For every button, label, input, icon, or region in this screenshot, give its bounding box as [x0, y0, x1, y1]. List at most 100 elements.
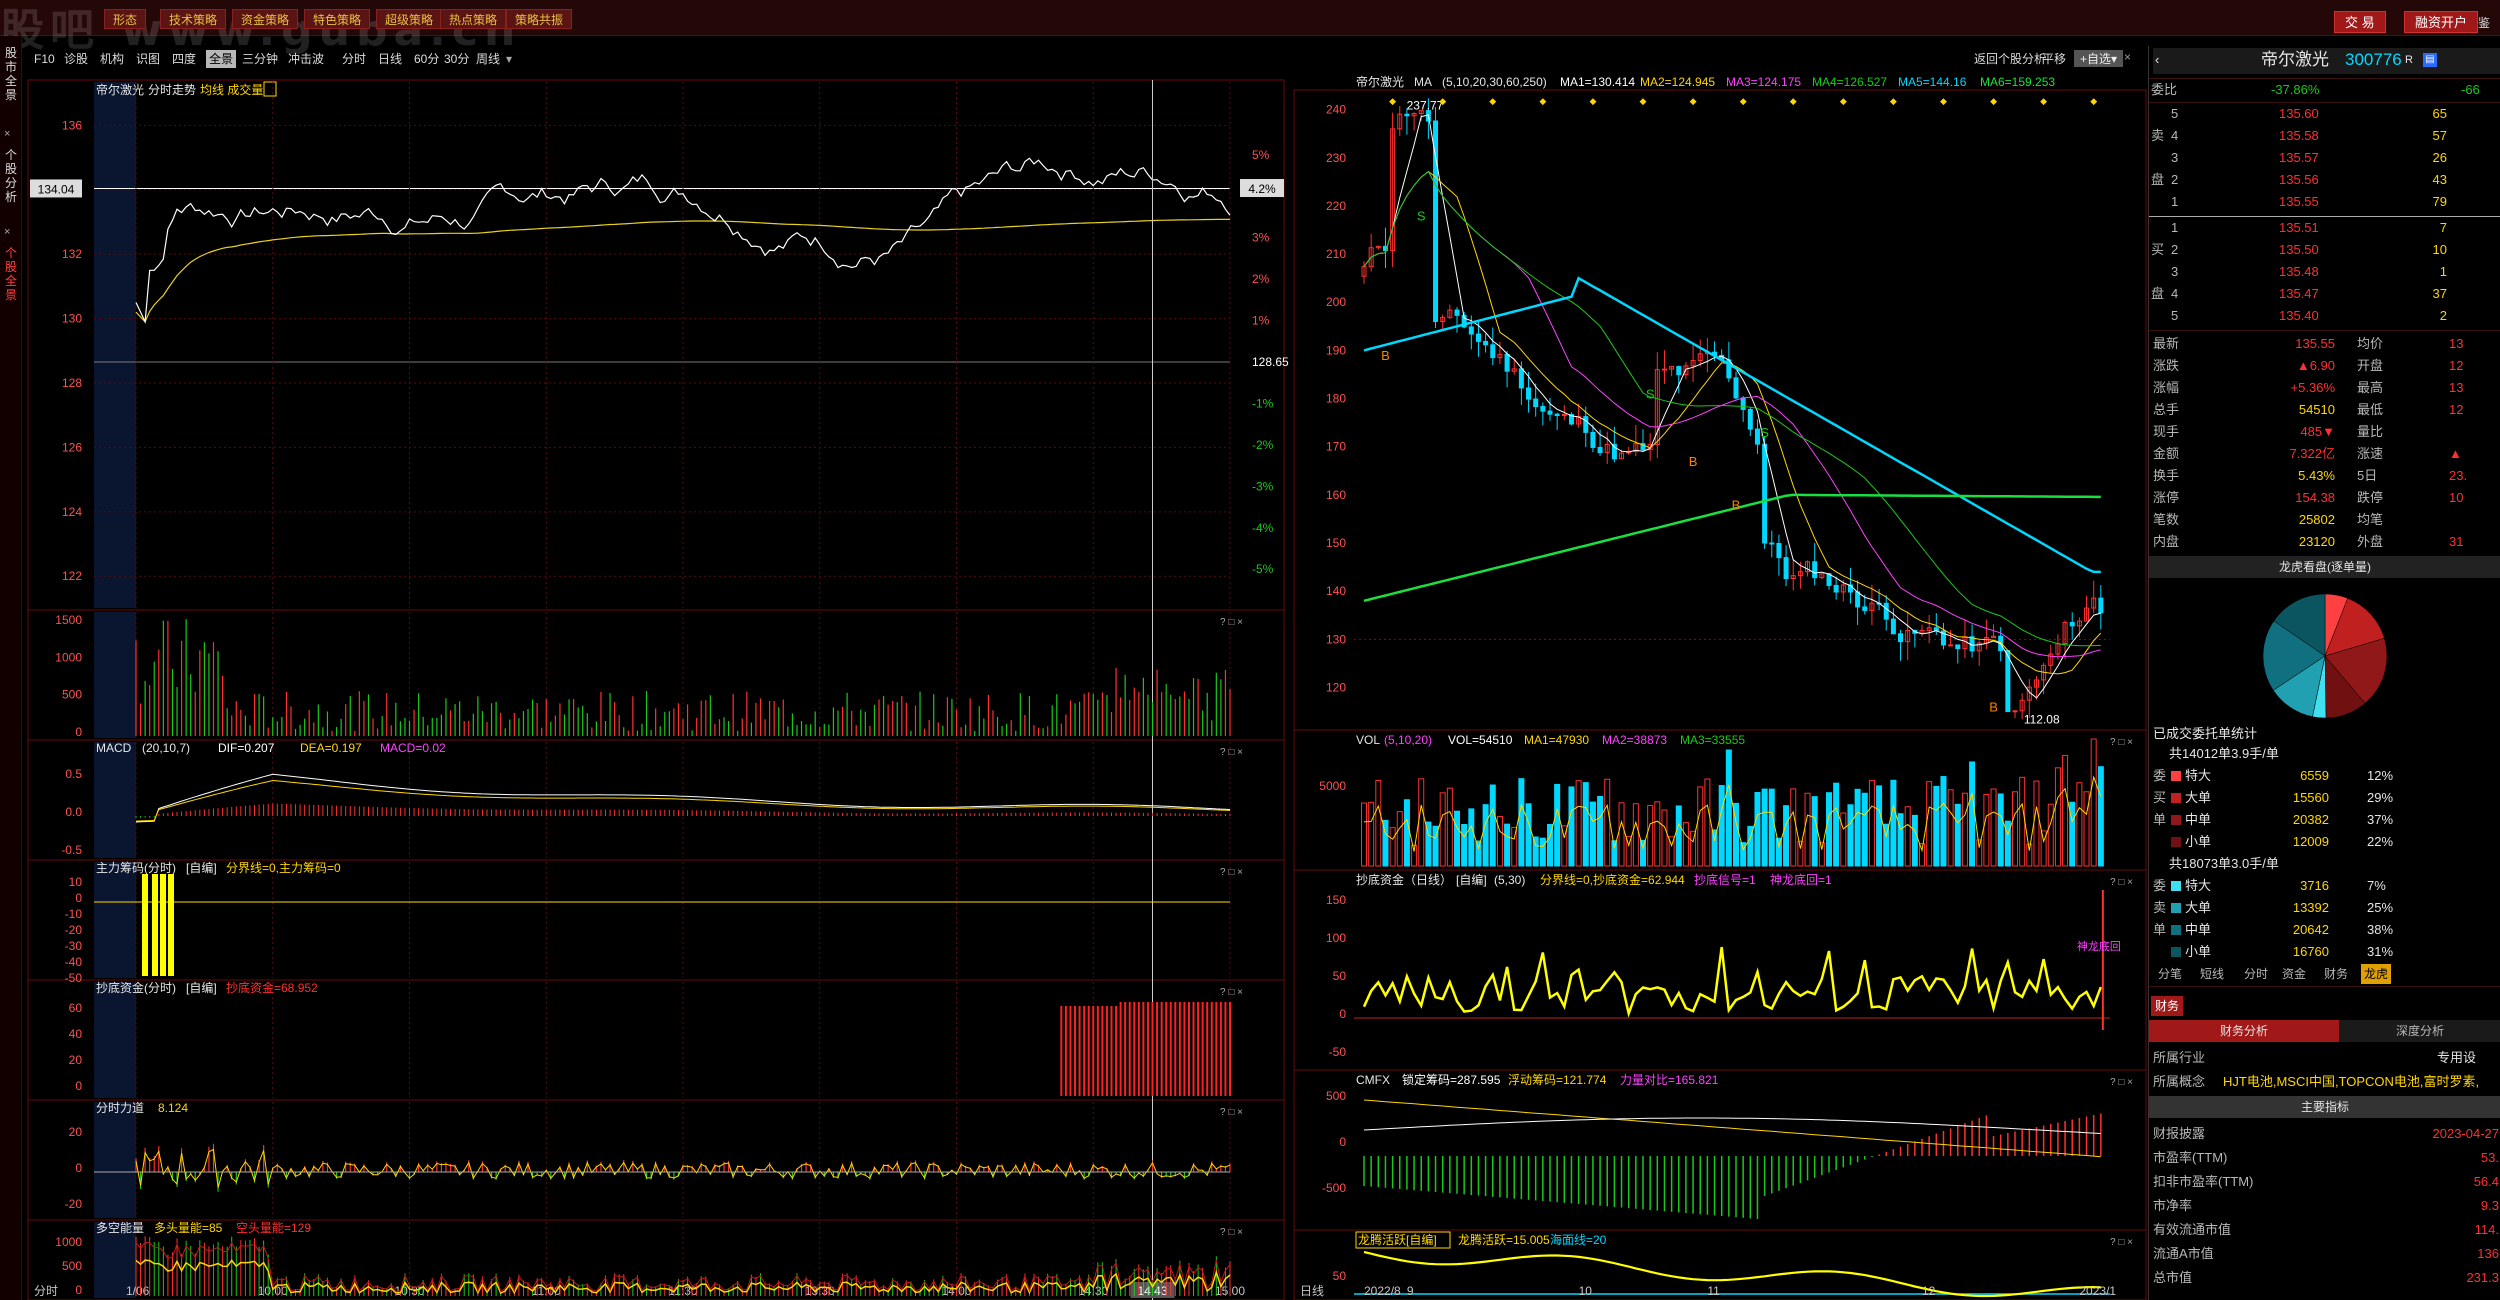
kline-volume-bar [1468, 808, 1475, 867]
more-menu[interactable]: 鉴 [2478, 14, 2490, 31]
kline-volume-bar [1675, 805, 1682, 867]
stat-label: 开盘 [2357, 358, 2384, 373]
intraday-pane [27, 979, 1285, 1101]
quote-tab-5[interactable]: 龙虎 [2361, 964, 2392, 984]
pane-controls-icon: ? □ × [1220, 747, 1243, 758]
price-tick: 132 [62, 247, 82, 261]
depth-analysis-tab[interactable]: 深度分析 [2339, 1020, 2500, 1042]
candle-body [1733, 377, 1739, 399]
order-size-label: 大单 [2185, 790, 2212, 805]
stat-value: 12 [2449, 358, 2464, 373]
pane-controls-icon: ? □ × [1220, 1227, 1243, 1238]
candle-body [2069, 621, 2075, 627]
divider [2149, 102, 2500, 103]
toolbar-institution[interactable]: 机构 [100, 50, 124, 68]
menu-super-strategy[interactable]: 超级策略 [376, 9, 443, 29]
candle-body [2012, 710, 2018, 713]
weibi-value: -37.86% [2271, 82, 2320, 97]
stat-value: 13 [2449, 380, 2464, 395]
chevron-down-icon[interactable]: ▾ [506, 50, 512, 68]
menu-pattern[interactable]: 形态 [104, 9, 147, 29]
finance-value: 9.3 [2480, 1198, 2499, 1213]
menu-resonance-strategy[interactable]: 策略共振 [506, 9, 573, 29]
lt-tick: 50 [1333, 1269, 1347, 1283]
quote-tab-0[interactable]: 分笔 [2155, 964, 2185, 984]
stock-info-icon[interactable]: ▤ [2423, 53, 2437, 67]
quote-tab-4[interactable]: 财务 [2321, 964, 2351, 984]
candle-body [2005, 650, 2011, 713]
toolbar-three-minute[interactable]: 三分钟 [242, 50, 278, 68]
finance-analysis-tab[interactable]: 财务分析 [2149, 1020, 2339, 1042]
stat-value: 154.38 [2295, 490, 2335, 505]
toolbar-daily[interactable]: 日线 [378, 50, 402, 68]
bid-volume: 1 [2439, 264, 2447, 279]
stat-label: 笔数 [2153, 512, 2180, 527]
toolbar-f10[interactable]: F10 [34, 50, 55, 68]
watchlist-dropdown[interactable]: +自选▾ [2074, 50, 2124, 67]
toolbar-intraday[interactable]: 分时 [342, 50, 366, 68]
kline-volume-bar [1504, 823, 1511, 867]
toolbar-pattern-recognition[interactable]: 识图 [136, 50, 160, 68]
close-icon[interactable]: × [2124, 50, 2131, 64]
toolbar-weekly[interactable]: 周线 [476, 50, 500, 68]
kline-volume-bar [1804, 792, 1811, 867]
toolbar-four-degree[interactable]: 四度 [172, 50, 196, 68]
quote-tab-2[interactable]: 分时 [2241, 964, 2271, 984]
cd-edit: [自编] [186, 980, 217, 995]
toolbar-30min[interactable]: 30分 [444, 50, 469, 68]
macd-tick: 0.0 [65, 805, 82, 819]
finance-tab[interactable]: 财务 [2151, 996, 2184, 1016]
dk-tick: 1000 [55, 1235, 82, 1249]
price-tick: 124 [62, 505, 82, 519]
pane-controls-icon: ? □ × [1220, 617, 1243, 628]
kline-volume-bar [1876, 785, 1883, 867]
ma2-line [1363, 170, 2102, 675]
stat-value: 12 [2449, 402, 2464, 417]
toolbar-60min[interactable]: 60分 [414, 50, 439, 68]
toolbar-shockwave[interactable]: 冲击波 [288, 50, 324, 68]
menu-special-strategy[interactable]: 特色策略 [304, 9, 371, 29]
signal-marker: ◆ [2040, 96, 2047, 106]
order-percent: 38% [2367, 922, 2394, 937]
kline-volume-bar [1496, 816, 1503, 867]
back-chevron-icon[interactable]: ‹ [2155, 50, 2159, 70]
finance-value: 114. [2474, 1222, 2499, 1237]
cd-tick: 0 [75, 1079, 82, 1093]
intraday-mode: 分时走势 [148, 83, 196, 97]
kline-cd-bottom: 神龙底回=1 [1770, 872, 1832, 887]
trade-button[interactable]: 交 易 [2334, 11, 2386, 33]
kline-volume-bar [1446, 787, 1453, 867]
kline-volume-bar [1489, 784, 1496, 867]
chart-canvas[interactable]: 帝尔激光分时走势均线 成交量1361341321301281261241225%… [0, 70, 2148, 1300]
pct-tick: 128.65 [1252, 355, 1289, 369]
macd-title: MACD [96, 741, 132, 755]
candle-body [1855, 591, 1861, 608]
margin-account-button[interactable]: 融资开户 [2404, 11, 2479, 33]
candle-body [1547, 410, 1553, 415]
menu-fund-strategy[interactable]: 资金策略 [232, 9, 299, 29]
pan-button[interactable]: 平移 [2042, 50, 2066, 67]
menu-hot-strategy[interactable]: 热点策略 [440, 9, 507, 29]
cmfx-title: CMFX [1356, 1073, 1390, 1087]
kline-volume-bar [1969, 761, 1976, 867]
candle-body [1948, 644, 1954, 647]
stat-value: +5.36% [2290, 380, 2335, 395]
quote-tab-1[interactable]: 短线 [2197, 964, 2227, 984]
weibi-volume: -66 [2461, 82, 2480, 97]
candle-body [1955, 644, 1961, 650]
kline-volume-bar [1754, 792, 1761, 867]
volume-tick: 500 [62, 688, 82, 702]
back-to-analysis-button[interactable]: 返回个股分析 [1974, 50, 2046, 67]
kline-volume-bar [1868, 779, 1875, 867]
menu-tech-strategy[interactable]: 技术策略 [160, 9, 227, 29]
signal-marker: ◆ [1790, 96, 1797, 106]
candle-body [1518, 368, 1524, 389]
toolbar-diagnose[interactable]: 诊股 [64, 50, 88, 68]
toolbar-panorama[interactable]: 全景 [206, 50, 237, 68]
stock-badge: R [2405, 54, 2413, 66]
kline-high-label: 237.77 [1407, 99, 1444, 113]
quote-tab-3[interactable]: 资金 [2279, 964, 2309, 984]
bid-level: 1 [2171, 220, 2179, 235]
vol-ma-line [1363, 775, 2102, 853]
kline-volume-bar [1482, 804, 1489, 867]
